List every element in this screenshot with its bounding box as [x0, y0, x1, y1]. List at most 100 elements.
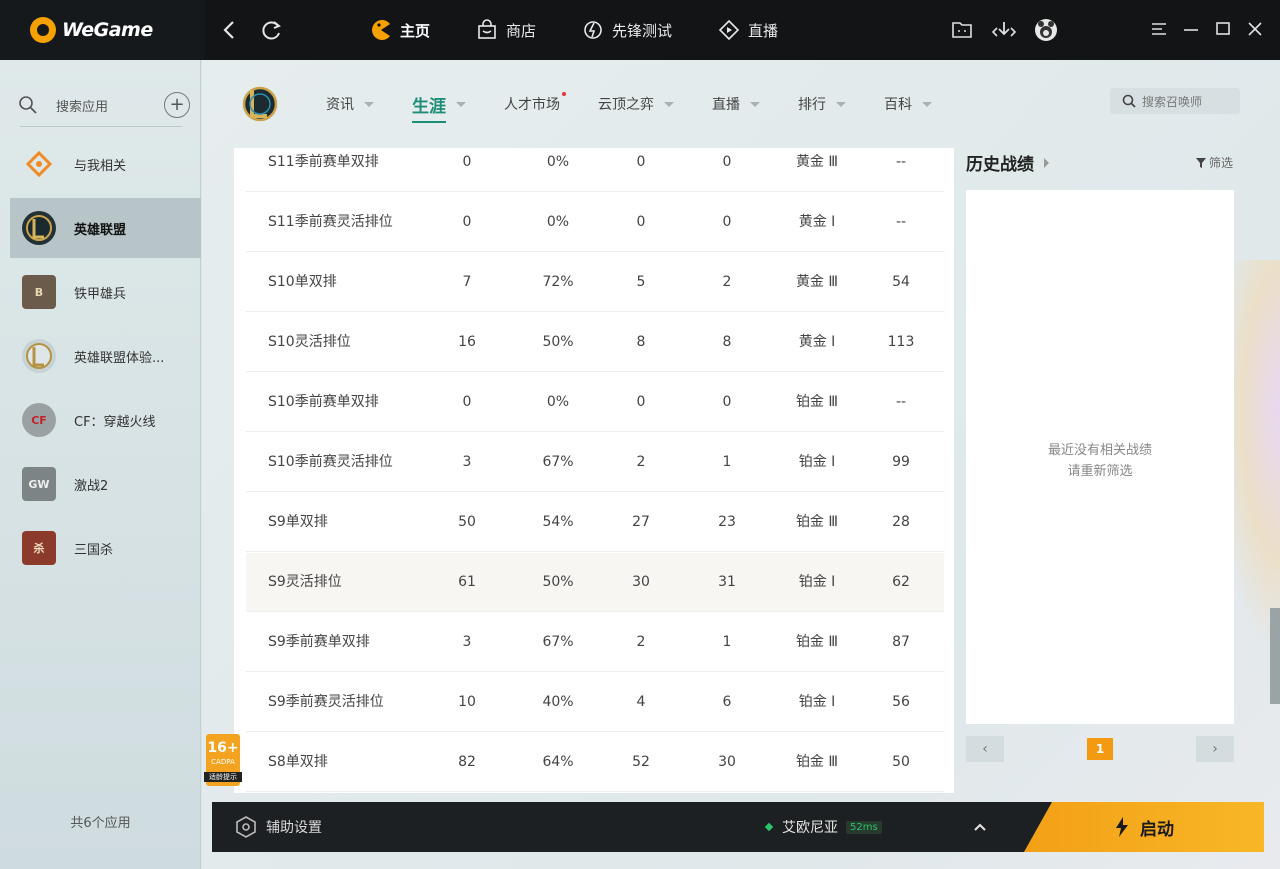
user-avatar[interactable] — [1032, 16, 1060, 44]
rank-cell: 铂金 Ⅰ — [798, 694, 836, 710]
assist-settings-label: 辅助设置 — [266, 820, 322, 836]
winrate-cell: 67% — [542, 454, 574, 470]
topbar-tools — [948, 16, 1074, 44]
menu-icon[interactable] — [1148, 16, 1170, 42]
page-number-current[interactable]: 1 — [1087, 738, 1113, 760]
losses-cell: 6 — [722, 694, 732, 710]
mode-cell: S11季前赛单双排 — [268, 154, 379, 170]
app-search[interactable]: 搜索应用 + — [18, 88, 190, 122]
topnav-home[interactable]: 主页 — [370, 19, 430, 41]
winrate-cell: 50% — [542, 574, 574, 590]
table-row: S9灵活排位 61 50% 30 31 铂金 Ⅰ 62 — [246, 553, 944, 612]
winrate-cell: 0% — [546, 394, 570, 410]
tab-label: 排行 — [798, 97, 826, 113]
mode-cell: S9季前赛灵活排位 — [268, 694, 384, 710]
tab-live[interactable]: 直播 — [712, 94, 760, 114]
wins-cell: 2 — [636, 634, 646, 650]
mode-cell: S9单双排 — [268, 514, 328, 530]
age-rating-badge[interactable]: 16+ CADPA 适龄提示 — [204, 734, 242, 786]
sidebar-item-label: 英雄联盟 — [74, 222, 127, 238]
topnav-live[interactable]: 直播 — [718, 19, 778, 41]
maximize-icon[interactable] — [1212, 16, 1234, 42]
table-row: S9季前赛灵活排位 10 40% 4 6 铂金 Ⅰ 56 — [246, 673, 944, 732]
tab-ranking[interactable]: 排行 — [798, 94, 846, 114]
guild-wars-2-icon: GW — [22, 467, 56, 501]
close-icon[interactable] — [1244, 16, 1266, 42]
launch-button[interactable]: 启动 — [1024, 802, 1264, 852]
points-cell: 87 — [892, 634, 910, 650]
game-subnav: 资讯 生涯 人才市场 云顶之弈 直播 排行 百科 搜索召唤师 — [202, 60, 1280, 148]
prev-page-button[interactable]: ‹ — [966, 736, 1004, 762]
tab-wiki[interactable]: 百科 — [884, 94, 932, 114]
server-selector[interactable]: 艾欧尼亚 52ms — [764, 802, 882, 852]
games-cell: 3 — [462, 634, 472, 650]
points-cell: 28 — [892, 514, 910, 530]
points-cell: 50 — [892, 754, 910, 770]
filter-icon — [1196, 157, 1206, 168]
empty-message: 最近没有相关战绩 — [1047, 443, 1152, 458]
filter-button[interactable]: 筛选 — [1196, 154, 1233, 171]
tab-news[interactable]: 资讯 — [326, 94, 374, 114]
back-arrow-icon[interactable] — [216, 16, 244, 44]
mode-cell: S9季前赛单双排 — [268, 634, 370, 650]
topnav-store[interactable]: 商店 — [476, 19, 536, 41]
tab-talent-market[interactable]: 人才市场 — [504, 92, 566, 114]
subnav-tabs: 资讯 生涯 人才市场 云顶之弈 直播 排行 百科 — [326, 60, 970, 148]
mode-cell: S10季前赛单双排 — [268, 394, 379, 410]
chevron-down-icon — [664, 101, 674, 107]
summoner-search-input[interactable]: 搜索召唤师 — [1110, 88, 1240, 114]
wins-cell: 30 — [632, 574, 650, 590]
mode-cell: S11季前赛灵活排位 — [268, 214, 393, 230]
refresh-icon[interactable] — [258, 16, 286, 44]
table-row: S8单双排 82 64% 52 30 铂金 Ⅲ 50 — [246, 733, 944, 792]
losses-cell: 0 — [722, 394, 732, 410]
topnav-store-label: 商店 — [506, 21, 537, 40]
tab-teamfight-tactics[interactable]: 云顶之弈 — [598, 94, 674, 114]
sidebar-item-crossfire[interactable]: CF CF：穿越火线 — [10, 390, 201, 450]
add-app-button[interactable]: + — [164, 92, 190, 118]
tab-label: 生涯 — [412, 96, 446, 117]
match-history-title[interactable]: 历史战绩 — [966, 150, 1049, 175]
chevron-down-icon — [750, 101, 760, 107]
wegame-logo[interactable]: WeGame — [0, 0, 205, 60]
rank-cell: 黄金 Ⅲ — [795, 154, 839, 170]
minimize-icon[interactable] — [1180, 16, 1202, 42]
match-history-panel: 最近没有相关战绩 请重新筛选 — [966, 190, 1234, 724]
search-icon — [1122, 94, 1136, 108]
store-bag-icon — [476, 19, 498, 41]
points-cell: 113 — [887, 334, 915, 350]
winrate-cell: 72% — [542, 274, 574, 290]
wins-cell: 4 — [636, 694, 646, 710]
sidebar-item-sanguosha[interactable]: 杀 三国杀 — [10, 518, 201, 578]
server-name: 艾欧尼亚 — [782, 820, 838, 836]
title-bar: WeGame 主页 商店 先锋测试 直播 — [0, 0, 1280, 60]
sidebar-item-related[interactable]: 与我相关 — [10, 134, 201, 194]
next-page-button[interactable]: › — [1196, 736, 1234, 762]
sidebar-item-league-of-legends[interactable]: 英雄联盟 — [10, 198, 201, 258]
points-cell: -- — [895, 154, 907, 170]
table-row: S11季前赛单双排 0 0% 0 0 黄金 Ⅲ -- — [246, 148, 944, 192]
ping-badge: 52ms — [846, 820, 882, 834]
points-cell: 99 — [892, 454, 910, 470]
launch-bar: 辅助设置 艾欧尼亚 52ms 启动 — [212, 802, 1264, 852]
download-icon[interactable] — [990, 16, 1018, 44]
tab-career[interactable]: 生涯 — [412, 92, 466, 123]
topnav-pioneer-test[interactable]: 先锋测试 — [582, 19, 672, 41]
league-of-legends-logo[interactable] — [240, 84, 278, 124]
age-rating-note: 适龄提示 — [204, 772, 242, 782]
hexagon-settings-icon — [236, 816, 256, 838]
sidebar-item-guild-wars-2[interactable]: GW 激战2 — [10, 454, 201, 514]
wins-cell: 0 — [636, 214, 646, 230]
winrate-cell: 54% — [542, 514, 574, 530]
scrollbar-thumb[interactable] — [1270, 608, 1280, 704]
wins-cell: 52 — [632, 754, 650, 770]
sidebar-item-lol-pbe[interactable]: 英雄联盟体验... — [10, 326, 201, 386]
sidebar-item-label: 激战2 — [74, 478, 109, 494]
message-box-icon[interactable] — [948, 16, 976, 44]
chevron-up-icon[interactable] — [970, 817, 990, 837]
sidebar-item-label: 铁甲雄兵 — [74, 286, 127, 302]
sidebar-item-iron-troops[interactable]: B 铁甲雄兵 — [10, 262, 201, 322]
lol-pbe-icon — [22, 339, 56, 373]
tab-label: 人才市场 — [504, 97, 560, 113]
assist-settings-button[interactable]: 辅助设置 — [234, 802, 322, 852]
